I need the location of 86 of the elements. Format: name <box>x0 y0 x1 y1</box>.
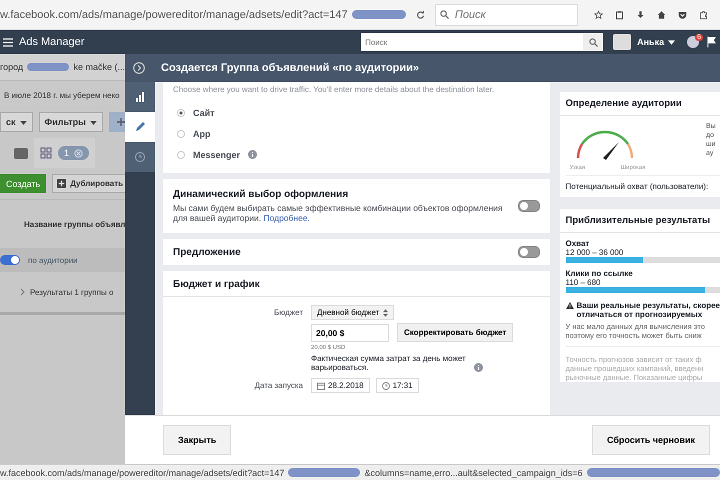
flag-icon[interactable] <box>707 36 716 48</box>
star-icon[interactable] <box>594 8 603 20</box>
more-link[interactable]: Подробнее. <box>263 213 310 223</box>
caret-icon[interactable] <box>668 40 676 44</box>
user-menu[interactable]: Анька <box>637 37 664 47</box>
toggle-switch[interactable] <box>518 246 540 258</box>
plus-icon <box>116 118 125 126</box>
search-icon <box>588 38 598 46</box>
grid-icon[interactable] <box>40 147 52 159</box>
radio-button[interactable] <box>177 108 185 116</box>
time-field[interactable]: 17:31 <box>376 378 419 393</box>
puzzle-icon[interactable] <box>699 8 708 20</box>
warning-icon <box>566 302 574 309</box>
field-label: Дата запуска <box>254 380 303 392</box>
budget-type-dropdown[interactable]: Дневной бюджет <box>311 305 394 320</box>
radio-button[interactable] <box>177 130 185 138</box>
clipboard-icon[interactable] <box>614 8 624 20</box>
caret-icon <box>90 120 97 125</box>
status-url: &columns=name,erro...ault&selected_campaign_ids=6 <box>364 468 583 478</box>
search-button[interactable] <box>583 33 604 51</box>
radio-label[interactable]: Сайт <box>193 108 215 118</box>
date-field[interactable]: 28.2.2018 <box>311 378 370 393</box>
warning-text: Ваши реальные результаты, скорее <box>576 301 720 310</box>
section-title: Предложение <box>173 246 241 258</box>
warning-text: отличаться от прогнозируемых <box>576 310 704 319</box>
section-title: Динамический выбор оформления <box>173 189 350 200</box>
column-header: Название группы объявл <box>24 220 125 228</box>
search-field[interactable]: Поиск <box>361 33 604 51</box>
metric-range: 110 – 680 <box>566 278 602 287</box>
budget-amount-field[interactable]: 20,00 $ <box>311 324 389 342</box>
potential-reach-label: Потенциальный охват (пользователи): <box>566 175 720 197</box>
sort-caret-icon <box>383 308 388 317</box>
browser-search-input[interactable]: Поиск <box>452 8 577 22</box>
app-title: Ads Manager <box>19 36 84 48</box>
chart-tab[interactable] <box>125 82 155 112</box>
toggle-switch[interactable] <box>0 255 20 265</box>
reload-icon[interactable] <box>416 8 425 20</box>
filter-button[interactable]: Фильтры <box>38 112 103 132</box>
caret-icon <box>20 120 27 125</box>
status-url: w.facebook.com/ads/manage/powereditor/manage/adsets/edit?act=147 <box>0 468 284 478</box>
adjust-budget-button[interactable]: Скорректировать бюджет <box>397 323 514 342</box>
section-title: Определение аудитории <box>560 92 720 116</box>
radio-label[interactable]: App <box>193 128 210 138</box>
chart-icon <box>134 91 146 103</box>
chevron-icon[interactable] <box>20 288 25 296</box>
metric-name: Клики по ссылке <box>566 269 634 278</box>
campaign-name[interactable]: город <box>0 62 24 72</box>
redaction-bar <box>27 63 70 71</box>
section-title: Приблизительные результаты <box>560 209 720 233</box>
info-icon[interactable] <box>474 363 483 372</box>
metric-range: 12 000 – 36 000 <box>566 248 624 257</box>
address-url[interactable]: w.facebook.com/ads/manage/powereditor/manage/adsets/edit?act=147 <box>0 8 348 20</box>
home-icon[interactable] <box>656 8 666 20</box>
clock-icon <box>134 151 146 163</box>
duplicate-icon <box>57 179 66 188</box>
modal-title: Создается Группа объявлений «по аудитории» <box>161 62 420 74</box>
collapse-icon[interactable] <box>133 62 145 74</box>
ad-set-name[interactable]: по аудитории <box>28 256 78 264</box>
avatar-icon[interactable] <box>613 34 632 50</box>
calendar-icon <box>317 382 325 390</box>
search-icon <box>440 10 449 19</box>
download-icon[interactable] <box>636 8 645 20</box>
traffic-hint: Choose where you want to drive traffic. You'll enter more details about the destination later. <box>173 85 496 94</box>
spend-note: Фактическая сумма затрат за день может варьироваться. <box>311 354 467 372</box>
results-row[interactable]: Результаты 1 группы о <box>30 288 114 296</box>
redaction-bar <box>352 10 406 19</box>
campaign-name[interactable]: ke mačke (... <box>73 62 125 72</box>
clock-icon <box>382 382 390 390</box>
info-icon[interactable] <box>248 150 258 159</box>
duplicate-button[interactable]: Дублировать <box>52 174 125 193</box>
metric-name: Охват <box>566 239 590 248</box>
filter-button[interactable]: ск <box>0 112 33 132</box>
toggle-switch[interactable] <box>518 200 540 212</box>
section-description: Мы сами будем выбирать самые эффективные комбинации объектов оформления для вашей аудитории. Подробнее. <box>173 203 503 223</box>
pencil-tab[interactable] <box>125 112 155 142</box>
pencil-icon <box>134 121 146 133</box>
radio-label[interactable]: Messenger <box>193 150 240 160</box>
menu-icon[interactable] <box>3 38 13 46</box>
create-button[interactable]: Создать <box>0 174 46 193</box>
radio-button[interactable] <box>177 150 185 158</box>
section-title: Бюджет и график <box>163 271 550 297</box>
close-button[interactable]: Закрыть <box>163 425 232 455</box>
reset-draft-button[interactable]: Сбросить черновик <box>592 425 710 455</box>
clock-tab[interactable] <box>125 142 155 172</box>
field-label: Бюджет <box>273 307 303 319</box>
browser-search-field[interactable]: Поиск <box>434 4 578 26</box>
